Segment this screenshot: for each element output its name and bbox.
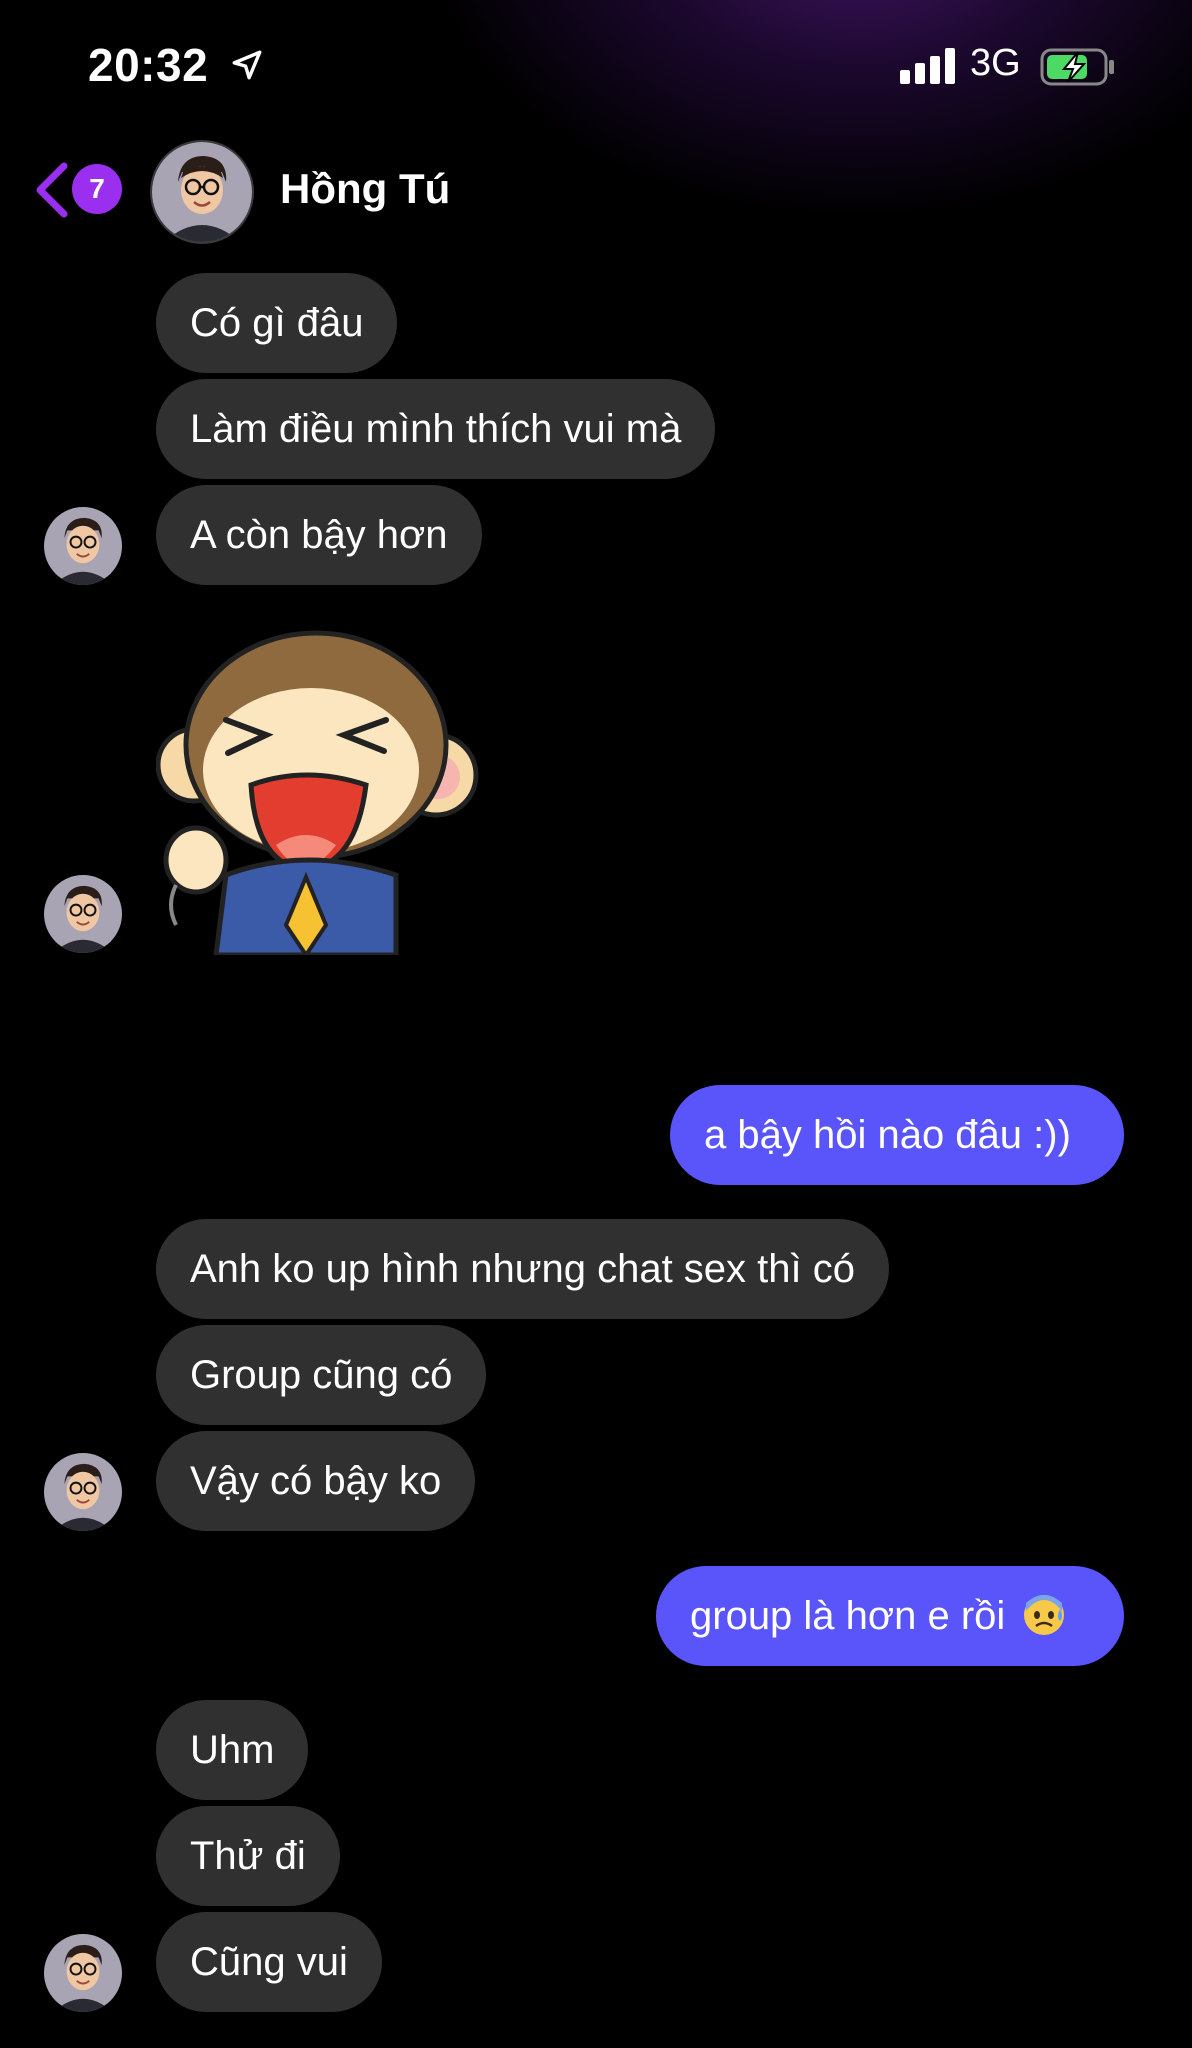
laughing-monkey-sticker[interactable] (156, 625, 496, 955)
contact-avatar[interactable] (150, 140, 254, 244)
message-bubble-incoming[interactable]: Làm điều mình thích vui mà (156, 379, 716, 479)
location-arrow-icon (232, 50, 262, 80)
sender-avatar[interactable] (44, 875, 122, 953)
unread-count-badge[interactable]: 7 (72, 164, 122, 214)
message-bubble-incoming[interactable]: Có gì đâu (156, 273, 398, 373)
contact-name[interactable]: Hồng Tú (280, 165, 450, 213)
message-bubble-incoming[interactable]: Cũng vui (156, 1912, 382, 2012)
back-chevron-icon[interactable] (34, 162, 70, 218)
message-bubble-outgoing[interactable]: group là hơn e rồi (656, 1566, 1124, 1666)
sender-avatar[interactable] (44, 1453, 122, 1531)
message-bubble-incoming[interactable]: Group cũng có (156, 1325, 487, 1425)
top-glow (420, 0, 1192, 220)
sender-avatar[interactable] (44, 507, 122, 585)
signal-bars-icon (900, 48, 955, 84)
anxious-face-with-sweat-icon (1024, 1595, 1065, 1635)
message-bubble-incoming[interactable]: Uhm (156, 1700, 309, 1800)
network-type: 3G (970, 42, 1021, 84)
message-bubble-incoming[interactable]: A còn bậy hơn (156, 485, 482, 585)
message-bubble-outgoing[interactable]: a bậy hồi nào đâu :)) (670, 1085, 1124, 1185)
sender-avatar[interactable] (44, 1934, 122, 2012)
message-bubble-incoming[interactable]: Thử đi (156, 1806, 340, 1906)
message-bubble-incoming[interactable]: Vậy có bậy ko (156, 1431, 476, 1531)
message-text: group là hơn e rồi (690, 1594, 1006, 1638)
message-bubble-incoming[interactable]: Anh ko up hình nhưng chat sex thì có (156, 1219, 889, 1319)
battery-charging-icon (1040, 48, 1114, 86)
status-time: 20:32 (88, 39, 209, 91)
